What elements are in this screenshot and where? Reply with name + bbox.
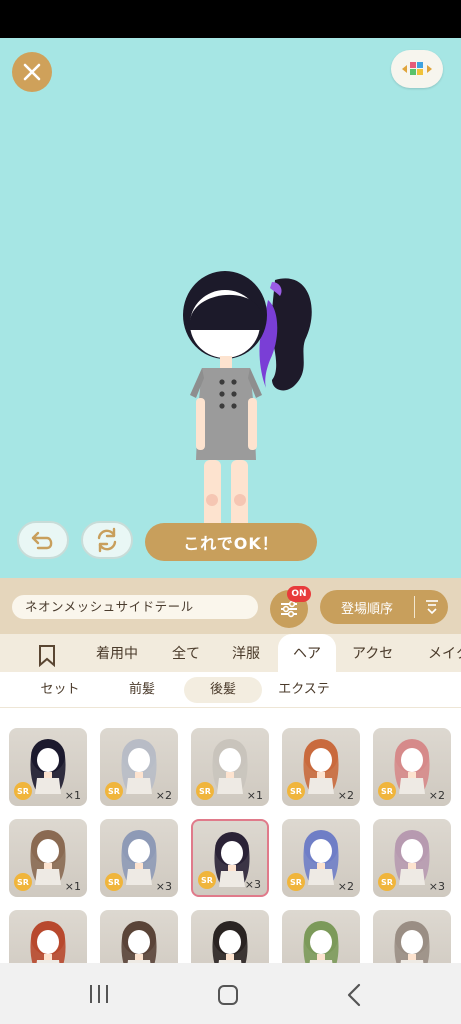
sort-button[interactable]: 登場順序 (320, 590, 448, 624)
hair-item[interactable]: SR ×2 (282, 728, 360, 806)
avatar-stage: これでOK！ (0, 38, 461, 578)
hair-item[interactable]: SR ×2 (373, 728, 451, 806)
avatar-figure (183, 271, 312, 557)
hair-item[interactable]: SR ×1 (9, 819, 87, 897)
status-bar (0, 0, 461, 38)
owned-count: ×2 (428, 789, 445, 802)
recent-apps-icon[interactable] (88, 983, 110, 1005)
hair-item[interactable]: SR ×1 (9, 728, 87, 806)
hair-thumbnail (394, 921, 430, 963)
owned-count: ×1 (64, 880, 81, 893)
rarity-badge: SR (287, 873, 305, 891)
hair-thumbnail (303, 921, 339, 963)
item-control-row: ネオンメッシュサイドテール ON 登場順序 (0, 578, 461, 634)
color-palette-button[interactable] (391, 50, 443, 88)
owned-count: ×2 (337, 789, 354, 802)
palette-icon (402, 62, 432, 75)
rarity-badge: SR (198, 871, 216, 889)
tab-wearing[interactable]: 着用中 (96, 634, 138, 672)
rarity-badge: SR (14, 782, 32, 800)
rarity-badge: SR (105, 782, 123, 800)
item-grid: SR ×1 SR ×2 SR ×1 SR ×2 SR ×2 SR ×1 SR ×3 SR ×3 SR ×2 SR ×3 (0, 708, 461, 963)
owned-count: ×1 (246, 789, 263, 802)
randomize-button[interactable] (81, 521, 133, 559)
owned-count: ×3 (244, 878, 261, 891)
sort-order-icon (415, 599, 448, 615)
undo-button[interactable] (17, 521, 69, 559)
tab-hair[interactable]: ヘア (278, 634, 336, 672)
subtab-extensions[interactable]: エクステ (266, 677, 342, 703)
tab-accessory[interactable]: アクセ (352, 634, 393, 672)
back-icon[interactable] (346, 983, 362, 1007)
hair-item[interactable] (100, 910, 178, 963)
owned-count: ×2 (155, 789, 172, 802)
tab-clothes[interactable]: 洋服 (232, 634, 260, 672)
hair-item-selected[interactable]: SR ×3 (191, 819, 269, 897)
filter-on-badge: ON (287, 586, 311, 602)
hair-item[interactable]: SR ×3 (100, 819, 178, 897)
close-icon (23, 63, 41, 81)
hair-item[interactable] (9, 910, 87, 963)
hair-subtabs: セット 前髪 後髪 エクステ (0, 672, 461, 708)
hair-thumbnail (121, 921, 157, 963)
sliders-icon (281, 600, 297, 618)
hair-item[interactable] (282, 910, 360, 963)
rarity-badge: SR (105, 873, 123, 891)
owned-count: ×1 (64, 789, 81, 802)
hair-item[interactable] (373, 910, 451, 963)
subtab-bangs[interactable]: 前髪 (104, 677, 180, 703)
category-tabs: 着用中 全て 洋服 ヘア アクセ メイク (0, 634, 461, 672)
selected-item-name: ネオンメッシュサイドテール (12, 595, 258, 619)
confirm-ok-button[interactable]: これでOK！ (145, 523, 317, 561)
hair-thumbnail (30, 921, 66, 963)
owned-count: ×3 (428, 880, 445, 893)
rarity-badge: SR (196, 782, 214, 800)
bookmark-tab[interactable] (38, 643, 56, 668)
home-icon[interactable] (216, 983, 240, 1007)
tab-makeup[interactable]: メイク (428, 634, 461, 672)
hair-item[interactable]: SR ×2 (282, 819, 360, 897)
rarity-badge: SR (378, 873, 396, 891)
hair-item[interactable]: SR ×2 (100, 728, 178, 806)
sort-label: 登場順序 (340, 601, 393, 617)
subtab-back-hair[interactable]: 後髪 (184, 677, 262, 703)
bookmark-icon (39, 645, 55, 668)
hair-item[interactable]: SR ×1 (191, 728, 269, 806)
owned-count: ×3 (155, 880, 172, 893)
hair-item[interactable] (191, 910, 269, 963)
close-button[interactable] (12, 52, 52, 92)
rarity-badge: SR (287, 782, 305, 800)
owned-count: ×2 (337, 880, 354, 893)
system-nav-bar (0, 963, 461, 1024)
hair-item[interactable]: SR ×3 (373, 819, 451, 897)
rarity-badge: SR (378, 782, 396, 800)
refresh-icon (97, 527, 117, 553)
undo-icon (31, 531, 53, 550)
rarity-badge: SR (14, 873, 32, 891)
tab-all[interactable]: 全て (172, 634, 200, 672)
subtab-set[interactable]: セット (22, 677, 98, 703)
hair-thumbnail (212, 921, 248, 963)
